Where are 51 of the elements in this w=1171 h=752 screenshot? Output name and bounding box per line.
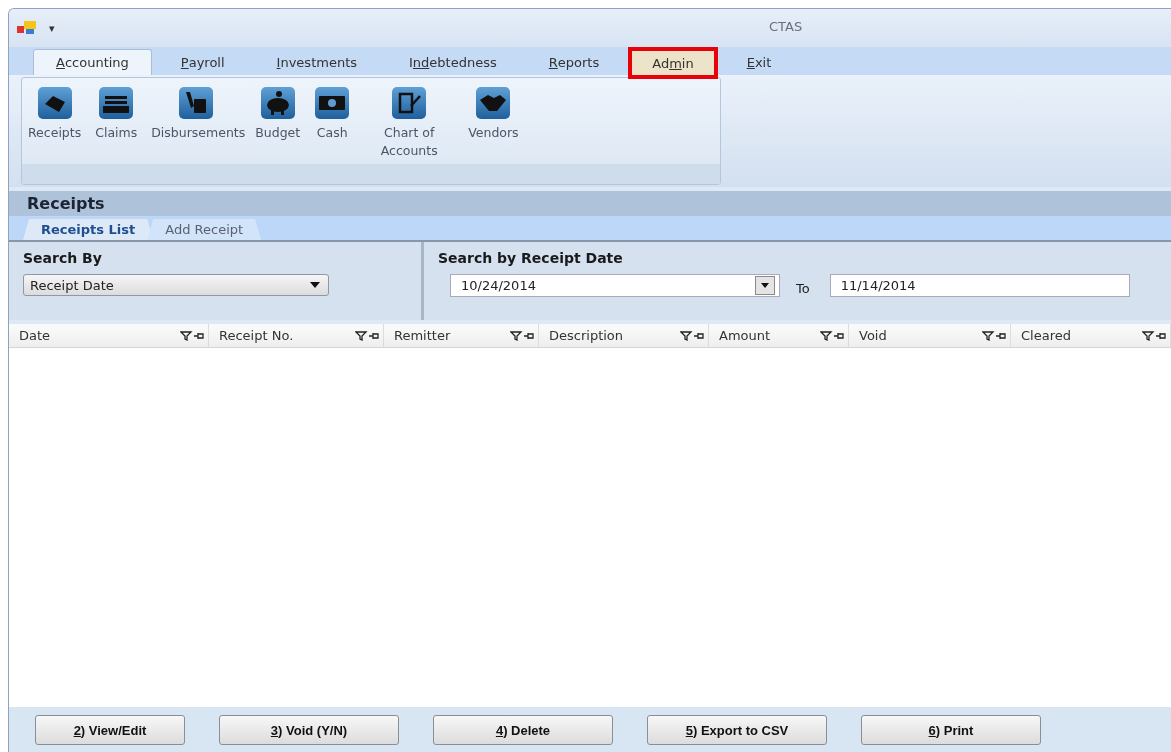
ribbon-tab[interactable]: Reports xyxy=(525,49,623,75)
ribbon-tab[interactable]: Indebtedness xyxy=(386,49,520,75)
ribbon-tab[interactable]: Admin xyxy=(628,47,718,79)
action-button[interactable]: 5) Export to CSV xyxy=(647,715,827,745)
action-button[interactable]: 6) Print xyxy=(861,715,1041,745)
column-header[interactable]: Remitter xyxy=(384,324,539,347)
banknotes-icon xyxy=(314,86,351,120)
ribbon-button-label[interactable]: Claims xyxy=(95,124,138,142)
action-button[interactable]: 4) Delete xyxy=(433,715,613,745)
caret-icon xyxy=(761,283,769,288)
window-title: CTAS xyxy=(769,19,803,34)
sub-tab[interactable]: Add Receipt xyxy=(147,219,262,240)
ribbon-button-label[interactable]: Budget xyxy=(255,124,301,142)
filter-pin-icon[interactable] xyxy=(982,330,1006,341)
tray-icon xyxy=(98,86,135,120)
column-header[interactable]: Void xyxy=(849,324,1011,347)
ribbon-tab[interactable]: Accounting xyxy=(33,49,152,75)
ribbon-tab[interactable]: Investments xyxy=(253,49,380,75)
caret-icon xyxy=(310,282,320,288)
filter-pin-icon[interactable] xyxy=(1142,330,1166,341)
section-title: Receipts xyxy=(27,194,105,213)
ribbon-button-label[interactable]: Vendors xyxy=(468,124,519,142)
to-date-field[interactable]: 11/14/2014 xyxy=(829,274,1130,297)
action-button[interactable]: 3) Void (Y/N) xyxy=(219,715,399,745)
piggy-bank-icon xyxy=(259,86,296,120)
filter-pin-icon[interactable] xyxy=(820,330,844,341)
from-date-field[interactable]: 10/24/2014 xyxy=(450,274,780,297)
clipboard-pen-icon xyxy=(391,86,428,120)
search-by-dropdown[interactable]: Receipt Date xyxy=(23,274,329,296)
ribbon-button-label[interactable]: Receipts xyxy=(28,124,82,142)
column-header[interactable]: Receipt No. xyxy=(209,324,384,347)
dropdown-button[interactable] xyxy=(755,276,775,295)
filter-pin-icon[interactable] xyxy=(180,330,204,341)
column-header[interactable]: Date xyxy=(9,324,209,347)
ribbon-button-label[interactable]: Chart of Accounts xyxy=(364,124,455,160)
date-search-label: Search by Receipt Date xyxy=(438,250,624,266)
filter-pin-icon[interactable] xyxy=(510,330,534,341)
ribbon-tab[interactable]: Payroll xyxy=(157,49,248,75)
column-header[interactable]: Amount xyxy=(709,324,849,347)
search-by-label: Search By xyxy=(23,250,103,266)
action-button[interactable]: 2) View/Edit xyxy=(35,715,185,745)
ribbon-tab[interactable]: Exit xyxy=(723,49,795,75)
filter-pin-icon[interactable] xyxy=(355,330,379,341)
filter-pin-icon[interactable] xyxy=(680,330,704,341)
quick-access-menu[interactable]: ▾ xyxy=(49,21,55,35)
app-icon xyxy=(17,21,37,35)
column-header[interactable]: Description xyxy=(539,324,709,347)
to-label: To xyxy=(796,281,810,296)
ribbon-button-label[interactable]: Cash xyxy=(316,124,348,142)
column-header[interactable]: Cleared xyxy=(1011,324,1171,347)
pen-document-icon xyxy=(178,86,215,120)
